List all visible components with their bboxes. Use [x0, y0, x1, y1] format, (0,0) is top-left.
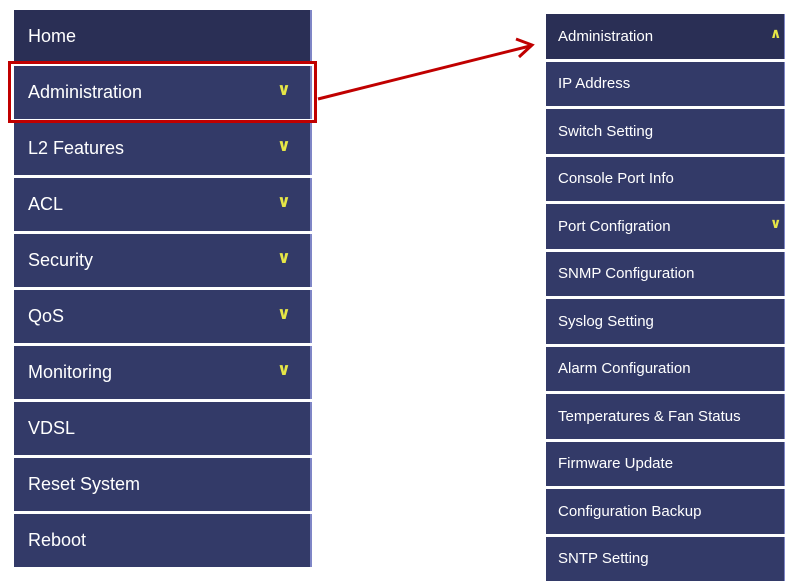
submenu-item-firmware-update[interactable]: Firmware Update [546, 441, 785, 486]
chevron-up-icon: ∧ [770, 26, 782, 42]
submenu-item-label: Console Port Info [558, 170, 674, 188]
submenu-item-label: Configuration Backup [558, 502, 702, 520]
chevron-down-icon: ∨ [770, 216, 782, 232]
submenu-item-console-port-info[interactable]: Console Port Info [546, 156, 785, 201]
submenu-item-label: Syslog Setting [558, 312, 654, 330]
submenu-item-configuration-backup[interactable]: Configuration Backup [546, 489, 785, 534]
administration-submenu: Administration ∧ IP Address Switch Settin… [546, 14, 785, 583]
submenu-item-label: Temperatures & Fan Status [558, 407, 741, 425]
submenu-item-label: Administration [558, 27, 654, 45]
submenu-item-syslog-setting[interactable]: Syslog Setting [546, 299, 785, 344]
submenu-item-ip-address[interactable]: IP Address [546, 61, 785, 106]
submenu-item-switch-setting[interactable]: Switch Setting [546, 109, 785, 154]
submenu-item-label: Switch Setting [558, 122, 654, 140]
submenu-item-label: Alarm Configuration [558, 360, 691, 378]
submenu-item-label: Port Configration [558, 217, 671, 235]
submenu-header-administration[interactable]: Administration ∧ [546, 14, 785, 59]
submenu-item-alarm-configuration[interactable]: Alarm Configuration [546, 346, 785, 391]
submenu-item-label: IP Address [558, 75, 631, 93]
submenu-item-label: SNMP Configuration [558, 265, 695, 283]
submenu-item-snmp-configuration[interactable]: SNMP Configuration [546, 251, 785, 296]
submenu-item-temperatures-fan-status[interactable]: Temperatures & Fan Status [546, 394, 785, 439]
submenu-item-port-configration[interactable]: Port Configration ∨ [546, 204, 785, 249]
submenu-item-label: SNTP Setting [558, 550, 649, 568]
submenu-item-sntp-setting[interactable]: SNTP Setting [546, 536, 785, 581]
submenu-item-label: Firmware Update [558, 455, 674, 473]
